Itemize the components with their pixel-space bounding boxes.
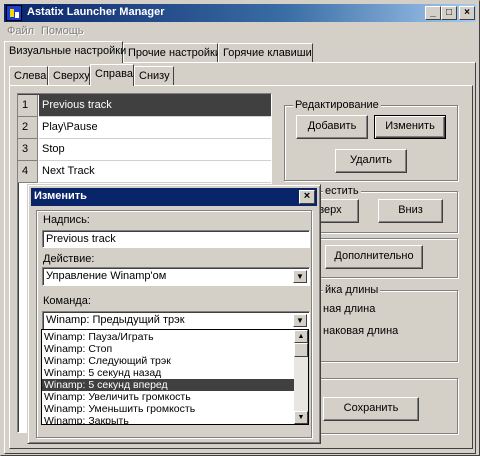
length-option-fixed[interactable]: ная длина bbox=[323, 303, 375, 315]
menu-file[interactable]: Файл bbox=[7, 25, 34, 37]
command-option-selected[interactable]: Winamp: 5 секунд вперед bbox=[42, 379, 295, 391]
list-item[interactable]: 2 Play\Pause bbox=[18, 117, 271, 139]
minimize-button[interactable]: _ bbox=[425, 6, 441, 20]
list-item-number: 4 bbox=[18, 161, 38, 183]
dropdown-scrollbar[interactable]: ▲ ▼ bbox=[294, 330, 308, 424]
window-title: Astatix Launcher Manager bbox=[27, 6, 165, 18]
tab-bottom[interactable]: Снизу bbox=[134, 66, 174, 86]
edit-group-legend: Редактирование bbox=[293, 99, 381, 111]
list-item-number: 3 bbox=[18, 139, 38, 161]
scroll-thumb[interactable] bbox=[294, 343, 308, 357]
delete-button[interactable]: Удалить bbox=[335, 149, 407, 173]
maximize-button[interactable]: □ bbox=[441, 6, 457, 20]
list-item-number: 2 bbox=[18, 117, 38, 139]
tab-other-settings[interactable]: Прочие настройки bbox=[123, 43, 221, 63]
move-group-legend: естить bbox=[323, 185, 361, 197]
command-option[interactable]: Winamp: 5 секунд назад bbox=[42, 367, 295, 379]
add-button[interactable]: Добавить bbox=[296, 115, 368, 139]
caption-label: Надпись: bbox=[43, 214, 90, 226]
chevron-down-icon[interactable]: ▼ bbox=[293, 270, 307, 283]
command-option[interactable]: Winamp: Увеличить громкость bbox=[42, 391, 295, 403]
list-item-label: Play\Pause bbox=[39, 117, 271, 139]
list-item[interactable]: 3 Stop bbox=[18, 139, 271, 161]
tab-top[interactable]: Сверху bbox=[48, 66, 90, 86]
command-label: Команда: bbox=[43, 295, 91, 307]
command-option[interactable]: Winamp: Следующий трэк bbox=[42, 355, 295, 367]
command-dropdown-list[interactable]: Winamp: Пауза/Играть Winamp: Стоп Winamp… bbox=[41, 329, 309, 425]
list-item[interactable]: 4 Next Track bbox=[18, 161, 271, 183]
scroll-down-icon[interactable]: ▼ bbox=[294, 411, 308, 424]
command-select-value: Winamp: Предыдущий трэк bbox=[46, 314, 185, 326]
tab-right[interactable]: Справа bbox=[90, 64, 134, 86]
save-button[interactable]: Сохранить bbox=[323, 397, 419, 421]
close-button[interactable]: × bbox=[459, 6, 475, 20]
list-item-label: Next Track bbox=[39, 161, 271, 183]
action-select[interactable]: Управление Winamp'ом ▼ bbox=[42, 267, 310, 286]
chevron-down-icon[interactable]: ▼ bbox=[293, 314, 307, 327]
command-option[interactable]: Winamp: Пауза/Играть bbox=[42, 331, 295, 343]
action-select-value: Управление Winamp'ом bbox=[46, 270, 167, 282]
command-option[interactable]: Winamp: Стоп bbox=[42, 343, 295, 355]
move-down-button[interactable]: Вниз bbox=[378, 199, 443, 223]
tab-left[interactable]: Слева bbox=[9, 66, 48, 86]
tab-visual-settings[interactable]: Визуальные настройки bbox=[4, 41, 126, 63]
list-item-label: Previous track bbox=[39, 95, 271, 117]
menu-help[interactable]: Помощь bbox=[41, 25, 84, 37]
dialog-close-button[interactable]: × bbox=[299, 190, 315, 204]
title-bar[interactable]: Astatix Launcher Manager _ □ × bbox=[4, 4, 476, 22]
length-group-legend: йка длины bbox=[323, 284, 381, 296]
list-item-number: 1 bbox=[18, 95, 38, 117]
change-button[interactable]: Изменить bbox=[374, 115, 446, 139]
scroll-up-icon[interactable]: ▲ bbox=[294, 330, 308, 343]
command-option[interactable]: Winamp: Закрыть bbox=[42, 415, 295, 424]
length-option-equal[interactable]: наковая длина bbox=[323, 325, 398, 337]
caption-input[interactable]: Previous track bbox=[42, 230, 310, 248]
app-icon bbox=[6, 5, 22, 21]
tab-hotkeys[interactable]: Горячие клавиши bbox=[218, 43, 313, 63]
action-label: Действие: bbox=[43, 253, 95, 265]
list-item[interactable]: 1 Previous track bbox=[18, 95, 271, 117]
extra-button[interactable]: Дополнительно bbox=[325, 245, 423, 269]
dialog-title: Изменить bbox=[34, 190, 87, 202]
dialog-title-bar[interactable]: Изменить × bbox=[31, 188, 317, 206]
command-option[interactable]: Winamp: Уменьшить громкость bbox=[42, 403, 295, 415]
list-item-label: Stop bbox=[39, 139, 271, 161]
command-select[interactable]: Winamp: Предыдущий трэк ▼ bbox=[42, 311, 310, 330]
